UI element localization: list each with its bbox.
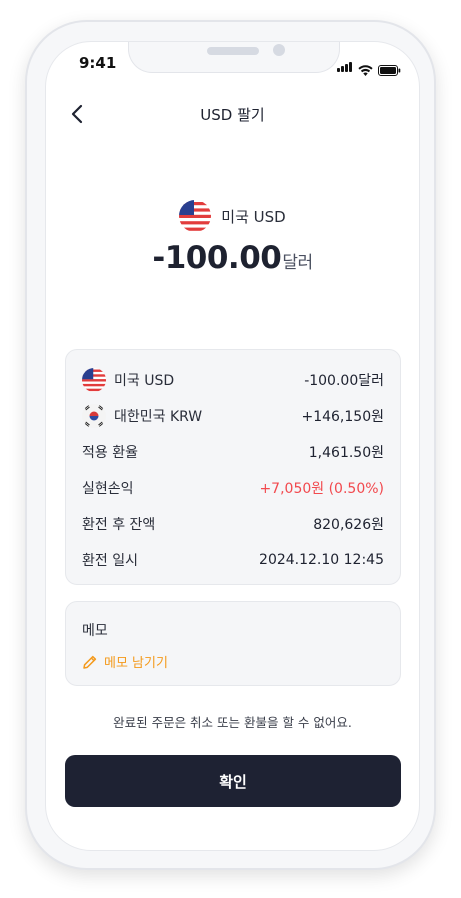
confirm-button[interactable]: 확인 (65, 755, 401, 807)
phone-screen: 9:41 USD 팔기 미국 USD -100.00달러 미국 USD -100… (45, 41, 420, 851)
status-icons (337, 57, 401, 76)
wifi-icon (358, 65, 373, 76)
detail-row-datetime: 환전 일시 2024.12.10 12:45 (82, 542, 384, 578)
detail-row-usd: 미국 USD -100.00달러 (82, 362, 384, 398)
exchange-detail-card: 미국 USD -100.00달러 대한민국 KRW +146,150원 적용 환… (65, 349, 401, 585)
detail-label: 환전 후 잔액 (82, 517, 156, 533)
detail-label: 환전 일시 (82, 553, 138, 569)
hero-currency-label: 미국 USD (221, 207, 286, 226)
add-memo-label: 메모 남기기 (104, 656, 168, 671)
notch (128, 42, 340, 73)
page-title: USD 팔기 (200, 106, 265, 124)
add-memo-button[interactable]: 메모 남기기 (82, 652, 384, 671)
us-flag-icon (179, 200, 212, 232)
speaker (207, 47, 259, 55)
pencil-icon (83, 655, 97, 669)
hero-amount: -100.00달러 (46, 240, 419, 276)
detail-value: 2024.12.10 12:45 (259, 552, 384, 568)
detail-label: 미국 USD (114, 373, 175, 389)
detail-value: -100.00달러 (304, 373, 384, 389)
status-time: 9:41 (79, 54, 117, 72)
hero-currency: 미국 USD (46, 200, 419, 232)
detail-row-krw: 대한민국 KRW +146,150원 (82, 398, 384, 434)
hero-amount-unit: 달러 (282, 253, 313, 273)
us-flag-icon (82, 368, 106, 392)
detail-row-pnl: 실현손익 +7,050원 (0.50%) (82, 470, 384, 506)
hero-amount-value: -100.00 (152, 240, 282, 276)
memo-label: 메모 (82, 623, 108, 639)
detail-value: 820,626원 (313, 517, 384, 533)
detail-row-rate: 적용 환율 1,461.50원 (82, 434, 384, 470)
notice-text: 완료된 주문은 취소 또는 환불을 할 수 없어요. (113, 715, 352, 730)
detail-row-balance: 환전 후 잔액 820,626원 (82, 506, 384, 542)
detail-label: 적용 환율 (82, 445, 138, 461)
detail-value: 1,461.50원 (308, 445, 384, 461)
memo-card: 메모 메모 남기기 (65, 601, 401, 686)
detail-value: +146,150원 (301, 409, 384, 425)
top-nav: USD 팔기 (46, 94, 419, 134)
detail-label: 실현손익 (82, 481, 134, 497)
detail-value-profit: +7,050원 (0.50%) (259, 481, 384, 497)
phone-frame: 9:41 USD 팔기 미국 USD -100.00달러 미국 USD -100… (25, 20, 436, 870)
battery-icon (378, 65, 401, 76)
signal-icon (337, 57, 353, 76)
kr-flag-icon (82, 404, 106, 428)
detail-label: 대한민국 KRW (114, 409, 203, 425)
camera (273, 44, 285, 56)
hero-summary: 미국 USD -100.00달러 (46, 200, 419, 276)
